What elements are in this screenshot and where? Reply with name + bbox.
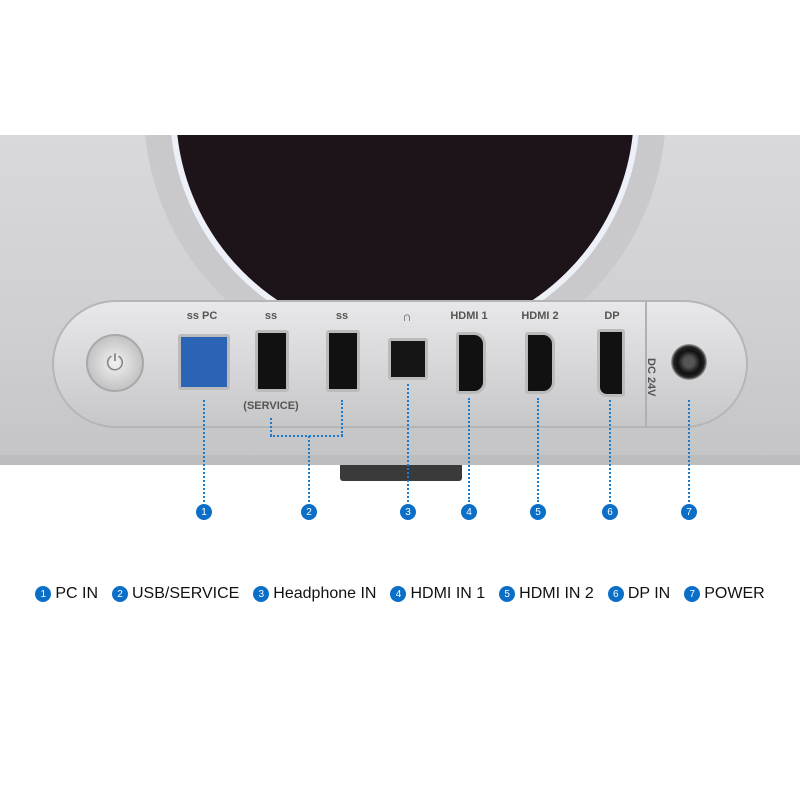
label-service: (SERVICE) <box>243 400 299 412</box>
callout-line-2b <box>341 400 343 436</box>
legend-item: 3 Headphone IN <box>253 585 376 603</box>
legend-num: 6 <box>607 586 624 602</box>
legend-label: DP IN <box>627 585 671 602</box>
legend-num: 3 <box>253 586 270 602</box>
legend-label: USB/SERVICE <box>132 585 240 602</box>
callout-line-7 <box>688 400 690 502</box>
callout-7: 7 <box>681 504 697 520</box>
callout-5: 5 <box>530 504 546 520</box>
callout-line-1 <box>203 400 205 502</box>
legend-label: HDMI IN 2 <box>519 585 594 602</box>
callout-line-4 <box>468 398 470 502</box>
label-dc: DC 24V <box>645 358 657 397</box>
hdmi-port-2 <box>525 332 555 394</box>
legend-num: 5 <box>499 586 516 602</box>
usb-a-port-service <box>255 330 289 392</box>
legend-item: 1 PC IN <box>35 585 98 603</box>
label-dp: DP <box>604 310 620 322</box>
hdmi-port-1 <box>456 332 486 394</box>
legend-num: 4 <box>390 586 407 602</box>
legend-item: 2 USB/SERVICE <box>112 585 239 603</box>
legend-item: 5 HDMI IN 2 <box>499 585 594 603</box>
callout-line-2a <box>270 418 272 436</box>
callout-bracket-2 <box>270 435 343 437</box>
legend-label: HDMI IN 1 <box>410 585 486 602</box>
headphone-jack <box>388 338 428 380</box>
legend-num: 1 <box>35 586 52 602</box>
label-usb-1: ss <box>264 310 278 322</box>
callout-3: 3 <box>400 504 416 520</box>
monitor-bottom-edge <box>0 455 800 465</box>
callout-2: 2 <box>301 504 317 520</box>
usb-a-port <box>326 330 360 392</box>
legend-item: 7 POWER <box>684 585 765 603</box>
power-icon: ⏻ <box>106 350 124 375</box>
callout-6: 6 <box>602 504 618 520</box>
displayport <box>597 329 625 397</box>
legend: 1 PC IN 2 USB/SERVICE 3 Headphone IN 4 HDMI … <box>0 585 800 603</box>
callout-line-6 <box>609 400 611 502</box>
callout-line-5 <box>537 398 539 502</box>
legend-label: PC IN <box>55 585 98 602</box>
usb-b-port <box>178 334 230 390</box>
label-hdmi-2: HDMI 2 <box>521 310 559 322</box>
callout-line-2 <box>308 436 310 502</box>
dc-power-jack <box>671 344 707 380</box>
label-pc: ss PC <box>186 310 218 322</box>
callout-line-3 <box>407 384 409 502</box>
legend-item: 6 DP IN <box>607 585 671 603</box>
stand-connector <box>340 465 462 481</box>
legend-num: 7 <box>684 586 701 602</box>
label-usb-2: ss <box>335 310 349 322</box>
legend-label: Headphone IN <box>273 585 377 602</box>
callout-4: 4 <box>461 504 477 520</box>
label-hdmi-1: HDMI 1 <box>450 310 488 322</box>
power-button[interactable]: ⏻ <box>86 334 144 392</box>
headphone-icon: ∩ <box>402 309 412 324</box>
legend-num: 2 <box>112 586 128 602</box>
callout-1: 1 <box>196 504 212 520</box>
legend-item: 4 HDMI IN 1 <box>390 585 485 603</box>
legend-label: POWER <box>704 585 765 602</box>
